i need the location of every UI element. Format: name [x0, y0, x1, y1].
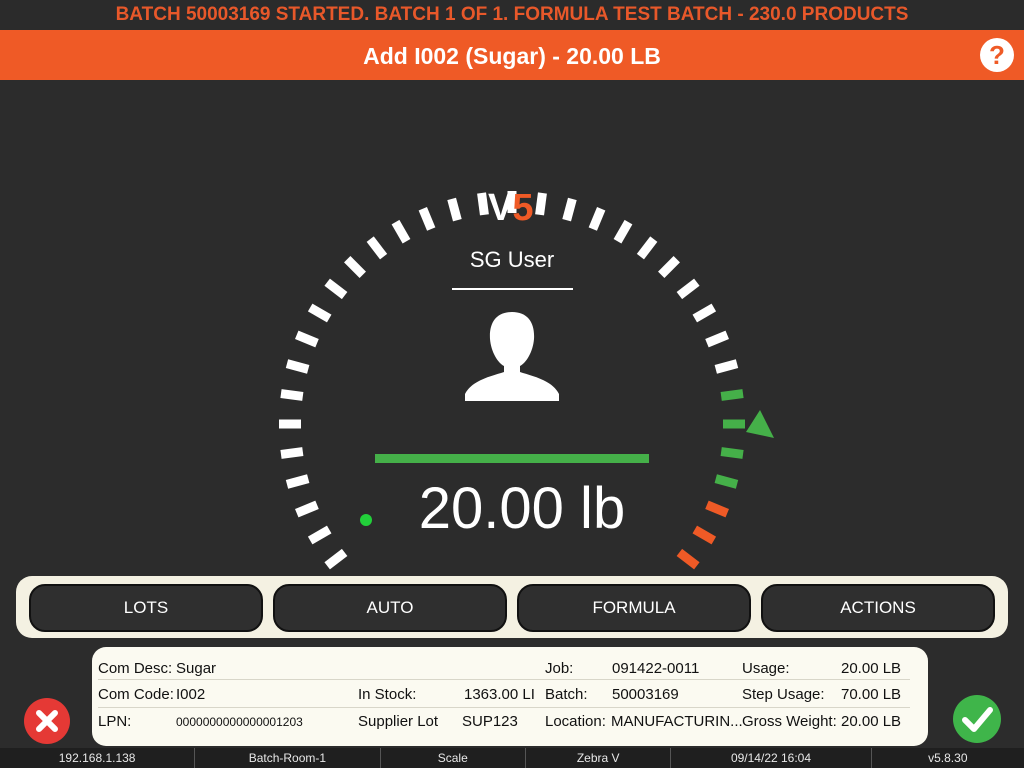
gauge-tick	[705, 330, 729, 348]
user-avatar-icon	[465, 312, 559, 401]
gauge-tick	[636, 236, 658, 260]
com-desc-label: Com Desc:	[98, 660, 173, 677]
gauge-tick	[280, 447, 304, 459]
gauge-tick	[307, 525, 332, 545]
gauge-tick	[692, 525, 717, 545]
gross-weight-label: Gross Weight:	[742, 713, 837, 730]
status-room: Batch-Room-1	[195, 748, 381, 768]
help-button[interactable]: ?	[980, 38, 1014, 72]
step-title: Add I002 (Sugar) - 20.00 LB	[363, 43, 661, 69]
gauge-tick	[723, 419, 745, 429]
gauge-tick	[307, 303, 332, 323]
gauge-tick	[676, 548, 700, 570]
gauge-tick	[295, 500, 319, 518]
lpn-label: LPN:	[98, 713, 132, 730]
in-stock-value: 1363.00 LI	[464, 686, 535, 703]
gauge-tick	[447, 197, 462, 222]
actions-button[interactable]: ACTIONS	[761, 584, 995, 632]
info-row-divider	[98, 707, 910, 708]
gauge-tick	[324, 278, 348, 300]
gauge-tick	[714, 359, 739, 374]
step-usage-value: 70.00 LB	[841, 686, 902, 703]
gauge-tick	[324, 548, 348, 570]
gauge-tick	[658, 256, 680, 278]
lots-button[interactable]: LOTS	[29, 584, 263, 632]
info-row-divider	[98, 679, 910, 680]
supplier-lot-value: SUP123	[462, 713, 518, 730]
gauge-tick	[280, 389, 304, 401]
gauge-tick	[720, 389, 744, 401]
status-bar: 192.168.1.138 Batch-Room-1 Scale Zebra V…	[0, 748, 1024, 768]
gauge-tick	[692, 303, 717, 323]
weight-progress-bar	[375, 454, 649, 463]
user-name: SG User	[469, 247, 555, 272]
target-pointer-icon	[746, 410, 774, 438]
gross-weight-value: 20.00 LB	[841, 713, 902, 730]
gauge-tick	[535, 192, 547, 216]
checkmark-icon	[962, 707, 993, 732]
current-weight: 20.00 lb	[418, 476, 626, 541]
confirm-button[interactable]	[953, 695, 1001, 743]
batch-status-banner: BATCH 50003169 STARTED. BATCH 1 OF 1. FO…	[0, 0, 1024, 30]
status-version: v5.8.30	[928, 751, 968, 765]
close-icon	[36, 710, 58, 732]
in-stock-label: In Stock:	[358, 686, 417, 703]
gauge-tick	[295, 330, 319, 348]
ingredient-info-panel: Com Desc: Sugar Com Code: I002 LPN: 0000…	[92, 647, 928, 746]
com-desc-value: Sugar	[176, 660, 217, 677]
location-label: Location:	[545, 713, 606, 730]
gauge-tick	[720, 447, 744, 459]
job-value: 091422-0011	[612, 660, 700, 677]
gauge-tick	[285, 474, 310, 489]
status-datetime: 09/14/22 16:04	[671, 748, 872, 768]
gauge-tick	[676, 278, 700, 300]
auto-button[interactable]: AUTO	[273, 584, 507, 632]
gauge-tick	[279, 419, 301, 429]
cancel-button[interactable]	[24, 698, 70, 744]
scale-panel: V5 SG User 20.00 lb LOTS AUTO FORMULA AC…	[0, 80, 1024, 748]
gauge-tick	[705, 500, 729, 518]
supplier-lot-label: Supplier Lot	[358, 713, 439, 730]
gauge-tick	[366, 236, 388, 260]
gauge-tick	[613, 219, 633, 244]
status-device: Scale	[381, 748, 526, 768]
status-ip: 192.168.1.138	[0, 748, 196, 768]
user-divider	[452, 288, 573, 290]
gauge-tick	[391, 219, 411, 244]
com-code-label: Com Code:	[98, 686, 174, 703]
status-printer: Zebra V	[526, 748, 672, 768]
formula-button[interactable]: FORMULA	[517, 584, 751, 632]
com-code-value: I002	[176, 686, 206, 703]
job-label: Job:	[545, 660, 574, 677]
gauge-tick	[285, 359, 310, 374]
gauge-tick	[714, 474, 739, 489]
gauge-tick	[344, 256, 366, 278]
location-value: MANUFACTURIN...	[611, 713, 743, 730]
batch-value: 50003169	[612, 686, 679, 703]
gauge-tick	[418, 207, 436, 231]
gauge-tick	[588, 207, 606, 231]
gauge-tick	[562, 197, 577, 222]
lpn-value: 0000000000000001203	[176, 715, 303, 729]
action-button-tray: LOTS AUTO FORMULA ACTIONS	[16, 576, 1008, 638]
step-usage-label: Step Usage:	[742, 686, 825, 703]
usage-label: Usage:	[742, 660, 790, 677]
step-title-bar: Add I002 (Sugar) - 20.00 LB ?	[0, 30, 1024, 80]
usage-value: 20.00 LB	[841, 660, 902, 677]
batch-label: Batch:	[545, 686, 588, 703]
v5-logo: V5	[488, 187, 534, 229]
